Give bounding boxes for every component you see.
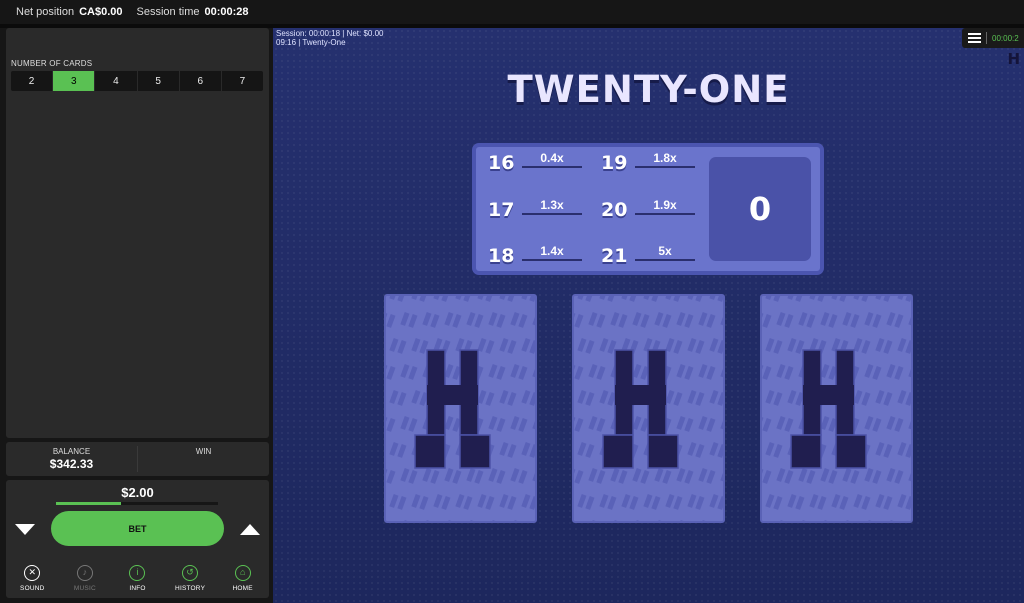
paytable-total: 17: [488, 199, 515, 221]
card-count-option[interactable]: 6: [180, 71, 222, 91]
nav-info-button[interactable]: i INFO: [111, 558, 164, 598]
balance-label: BALANCE: [52, 447, 91, 456]
bet-button[interactable]: BET: [51, 511, 224, 546]
session-time-label: Session time: [136, 6, 200, 18]
card-back-logo-icon: [762, 296, 911, 521]
paytable-row: 20 1.9x: [601, 198, 695, 221]
paytable-row: 19 1.8x: [601, 151, 695, 174]
session-info-line: Session: 00:00:18 | Net: $0.00: [276, 29, 384, 38]
paytable-total: 19: [601, 152, 628, 174]
net-position-label: Net position: [16, 6, 75, 18]
balance-value: $342.33: [49, 457, 94, 471]
number-of-cards-selector: 2 3 4 5 6 7: [11, 71, 263, 91]
paytable-total: 21: [601, 245, 628, 267]
nav-music-button[interactable]: ♪ MUSIC: [59, 558, 112, 598]
paytable-total: 20: [601, 199, 628, 221]
card-count-option[interactable]: 4: [95, 71, 138, 91]
session-time: Session time 00:00:28: [137, 6, 249, 18]
game-menu-bar: 00:00:2: [962, 28, 1024, 48]
music-note-icon: ♪: [76, 564, 93, 581]
nav-label: MUSIC: [73, 584, 96, 592]
balance: BALANCE $342.33: [6, 442, 137, 476]
session-time-value: 00:00:28: [204, 6, 249, 18]
net-position: Net position CA$0.00: [16, 6, 123, 18]
history-icon: ↺: [182, 564, 199, 581]
paytable-row: 18 1.4x: [488, 244, 582, 267]
info-icon: i: [129, 564, 146, 581]
paytable-multiplier: 0.4x: [522, 151, 582, 168]
top-bar: Net position CA$0.00 Session time 00:00:…: [0, 0, 1024, 24]
paytable-row: 17 1.3x: [488, 198, 582, 221]
balance-win-panel: BALANCE $342.33 WIN: [6, 442, 269, 476]
number-of-cards-label: NUMBER OF CARDS: [11, 59, 93, 68]
current-total: 0: [709, 157, 811, 261]
paytable-multiplier: 1.9x: [635, 198, 695, 215]
paytable-row: 16 0.4x: [488, 151, 582, 174]
bet-level-fill: [56, 502, 121, 505]
paytable-multiplier: 1.3x: [522, 198, 582, 215]
increase-bet-icon[interactable]: [240, 524, 260, 535]
nav-label: SOUND: [20, 584, 45, 592]
nav-label: INFO: [129, 584, 146, 592]
session-info-line: 09:16 | Twenty-One: [276, 38, 346, 47]
win-label: WIN: [195, 447, 212, 456]
net-position-value: CA$0.00: [79, 6, 123, 18]
bet-amount: $2.00: [121, 485, 154, 500]
card-count-option[interactable]: 2: [11, 71, 54, 91]
control-panel: NUMBER OF CARDS 2 3 4 5 6 7 BALANCE $342…: [0, 28, 273, 603]
paytable-row: 21 5x: [601, 244, 695, 267]
card-count-option[interactable]: 7: [222, 71, 263, 91]
card-count-option[interactable]: 3: [53, 71, 96, 91]
game-area: Session: 00:00:18 | Net: $0.00 09:16 | T…: [273, 28, 1024, 603]
paytable-total: 16: [488, 152, 515, 174]
face-down-card[interactable]: [572, 294, 725, 523]
nav-sound-button[interactable]: ✕ SOUND: [6, 558, 59, 598]
paytable-total: 18: [488, 245, 515, 267]
face-down-card[interactable]: [760, 294, 913, 523]
number-of-cards-panel: NUMBER OF CARDS 2 3 4 5 6 7: [6, 28, 269, 438]
card-count-option[interactable]: 5: [138, 71, 180, 91]
win: WIN: [137, 446, 269, 472]
menu-timer: 00:00:2: [992, 33, 1019, 43]
card-back-logo-icon: [574, 296, 723, 521]
home-icon: ⌂: [234, 564, 251, 581]
bet-level-bar: [56, 502, 218, 505]
nav-label: HOME: [232, 584, 253, 592]
speaker-muted-icon: ✕: [24, 564, 41, 581]
paytable-multiplier: 5x: [635, 244, 695, 261]
nav-label: HISTORY: [175, 584, 206, 592]
nav-history-button[interactable]: ↺ HISTORY: [164, 558, 217, 598]
paytable-multiplier: 1.4x: [522, 244, 582, 261]
face-down-card[interactable]: [384, 294, 537, 523]
card-back-logo-icon: [386, 296, 535, 521]
session-info: Session: 00:00:18 | Net: $0.00 09:16 | T…: [276, 29, 383, 47]
bottom-nav: ✕ SOUND ♪ MUSIC i INFO ↺ HISTORY ⌂ HOME: [6, 558, 269, 598]
brand-logo-icon: H: [1007, 50, 1020, 68]
decrease-bet-icon[interactable]: [15, 524, 35, 535]
divider: [986, 32, 987, 44]
game-title: TWENTY-ONE: [507, 68, 790, 111]
paytable-multiplier: 1.8x: [635, 151, 695, 168]
nav-home-button[interactable]: ⌂ HOME: [216, 558, 269, 598]
hamburger-menu-icon[interactable]: [968, 33, 981, 43]
paytable: 0 16 0.4x 17 1.3x 18 1.4x 19 1.8x 20 1.9x 21 5x: [472, 143, 824, 275]
